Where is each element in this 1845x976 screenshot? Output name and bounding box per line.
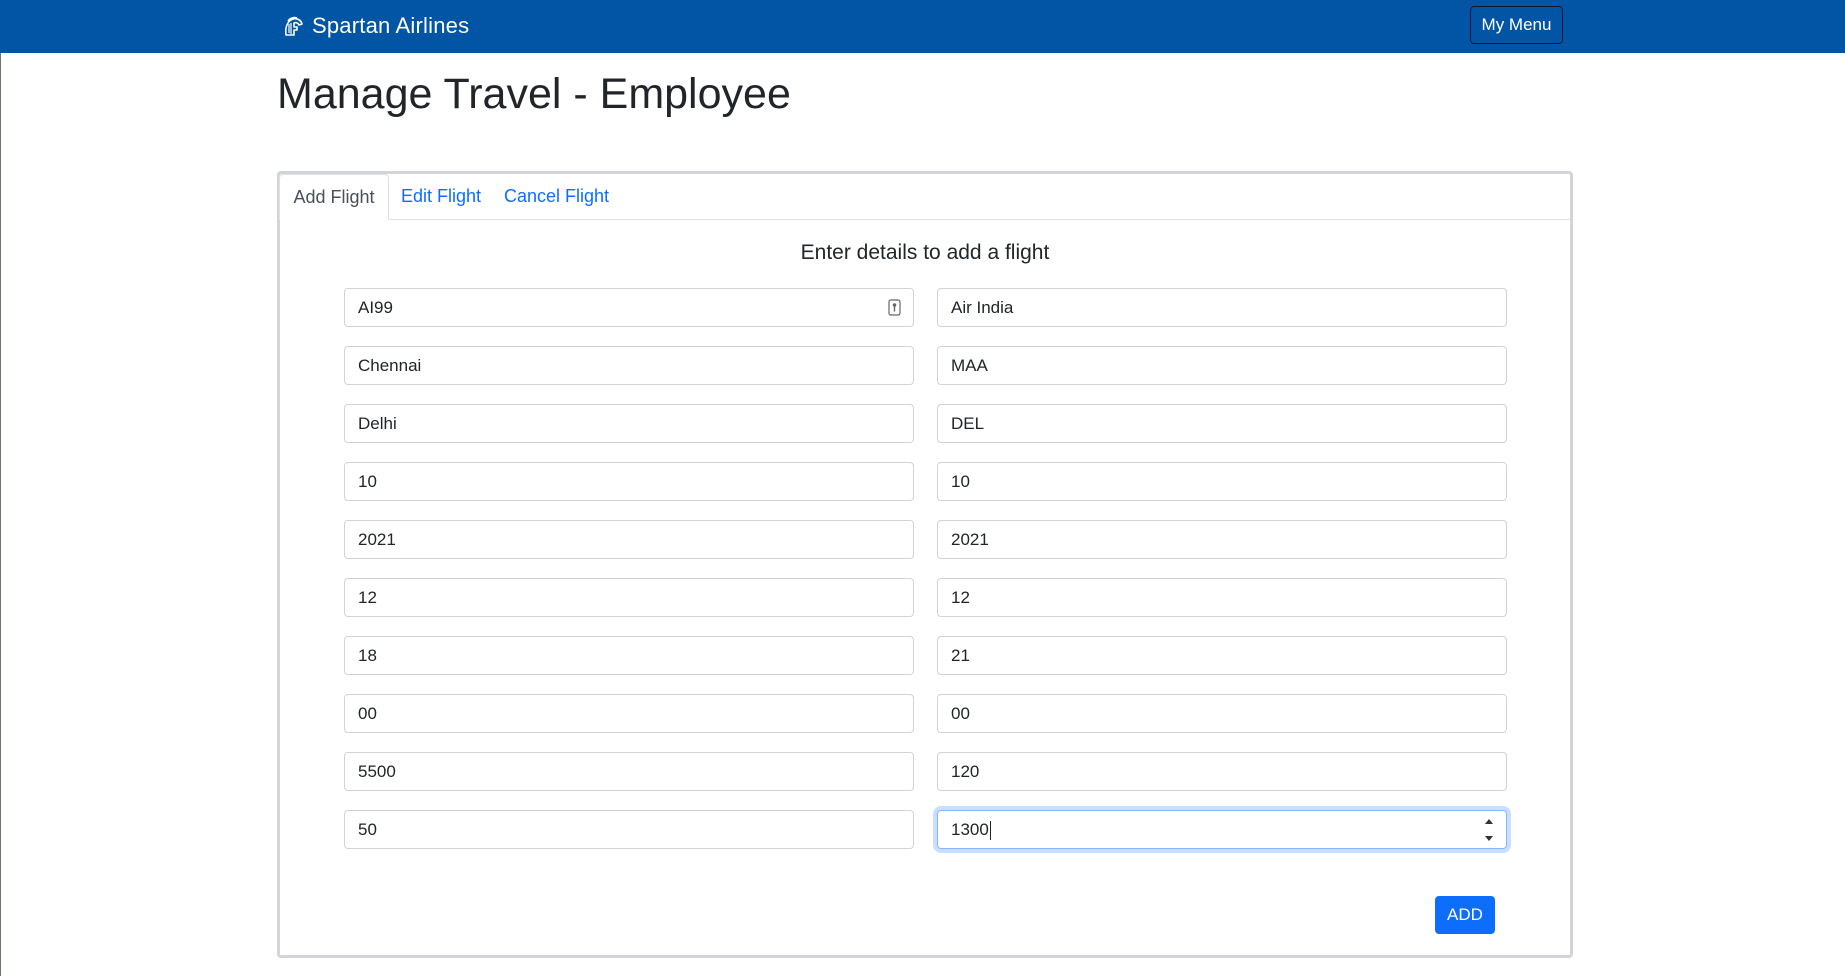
text-caret [989,821,991,841]
arrival-day-input[interactable]: 10 [937,462,1507,501]
field-value: 1300 [951,811,991,848]
manage-travel-card: Add Flight Edit Flight Cancel Flight Ent… [277,171,1573,958]
autofill-key-icon[interactable] [888,299,901,316]
arrival-hour-input[interactable]: 21 [937,636,1507,675]
field-value: 2021 [951,530,989,549]
source-city-input[interactable]: Chennai [344,346,914,385]
field-value: 120 [951,762,980,781]
arrival-minute-input[interactable]: 00 [937,694,1507,733]
departure-year-input[interactable]: 2021 [344,520,914,559]
field-value: 10 [951,472,970,491]
tab-bar: Add Flight Edit Flight Cancel Flight [279,174,1570,220]
field-value: AI99 [358,298,393,317]
tab-add-flight[interactable]: Add Flight [279,174,389,220]
destination-city-input[interactable]: Delhi [344,404,914,443]
source-code-input[interactable]: MAA [937,346,1507,385]
field-value: MAA [951,356,988,375]
form-heading: Enter details to add a flight [800,241,1050,264]
field-value: Air India [951,298,1014,317]
field-value: 10 [358,472,377,491]
add-flight-button[interactable]: ADD [1435,896,1495,934]
departure-minute-input[interactable]: 00 [344,694,914,733]
departure-hour-input[interactable]: 18 [344,636,914,675]
window-edge [0,0,1,976]
field-value: Delhi [358,414,397,433]
spartan-helmet-icon [282,15,304,37]
brand-name: Spartan Airlines [312,13,470,38]
field-value: 2021 [358,530,396,549]
page-title: Manage Travel - Employee [277,70,791,118]
duration-input[interactable]: 120 [937,752,1507,791]
field-text: 1300 [951,820,989,839]
departure-day-input[interactable]: 10 [344,462,914,501]
field-value: 00 [951,704,970,723]
departure-month-input[interactable]: 12 [344,578,914,617]
my-menu-button[interactable]: My Menu [1470,6,1563,44]
field-value: 12 [951,588,970,607]
field-value: DEL [951,414,985,433]
field-value: 00 [358,704,377,723]
price-input[interactable]: 5500 [344,752,914,791]
field-value: Chennai [358,356,422,375]
arrival-month-input[interactable]: 12 [937,578,1507,617]
field-value: 18 [358,646,377,665]
spin-down-arrow-icon[interactable] [1485,836,1493,841]
seats-input[interactable]: 50 [344,810,914,849]
field-value: 21 [951,646,970,665]
flight-number-input[interactable]: AI99 [344,288,914,327]
tab-cancel-flight[interactable]: Cancel Flight [493,174,620,219]
arrival-year-input[interactable]: 2021 [937,520,1507,559]
field-value: 50 [358,820,377,839]
top-navbar: Spartan Airlines My Menu [0,0,1845,53]
destination-code-input[interactable]: DEL [937,404,1507,443]
field-value: 12 [358,588,377,607]
brand-link[interactable]: Spartan Airlines [282,11,469,41]
field-value: 5500 [358,762,396,781]
distance-number-input[interactable]: 1300 [937,810,1507,849]
tab-edit-flight[interactable]: Edit Flight [389,174,493,219]
airline-input[interactable]: Air India [937,288,1507,327]
spin-up-arrow-icon[interactable] [1485,819,1493,824]
number-spinner[interactable] [1484,819,1494,841]
